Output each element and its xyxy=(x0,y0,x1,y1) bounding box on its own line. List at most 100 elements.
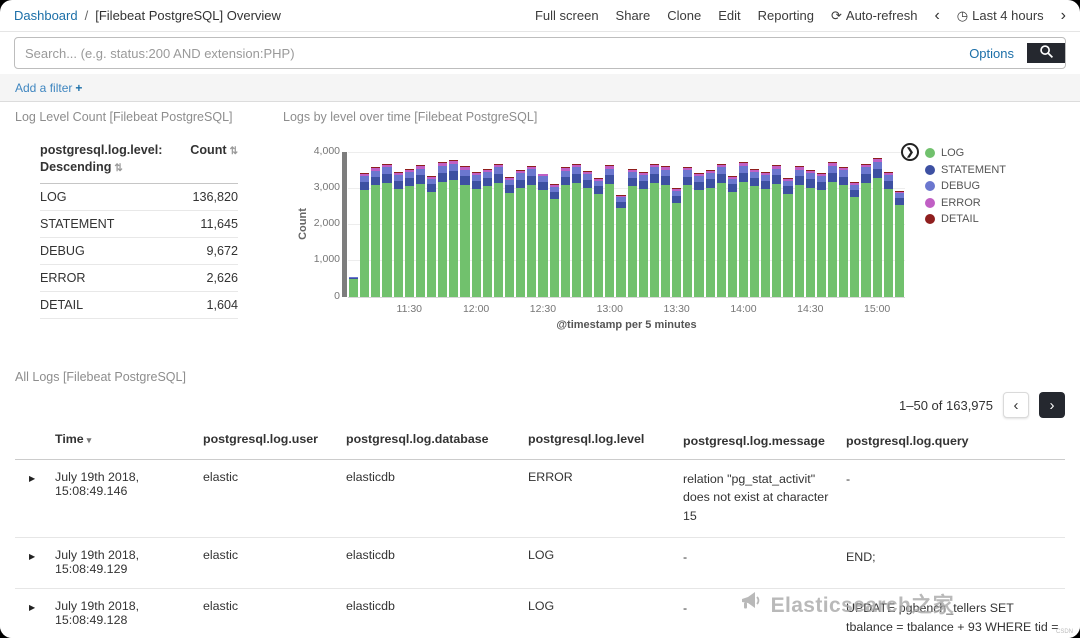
table-row[interactable]: DETAIL 1,604 xyxy=(40,292,238,319)
bar-12:15[interactable] xyxy=(504,152,515,297)
table-row[interactable]: STATEMENT 11,645 xyxy=(40,211,238,238)
bar-11:30[interactable] xyxy=(404,152,414,297)
message-column-header[interactable]: postgresql.log.message xyxy=(683,432,846,451)
bar-11:05[interactable] xyxy=(349,152,359,297)
bar-14:45[interactable] xyxy=(839,152,849,297)
time-column-header[interactable]: Time ▾ xyxy=(55,432,203,451)
bar-12:05[interactable] xyxy=(482,152,492,297)
bar-12:10[interactable] xyxy=(493,152,503,297)
bar-13:15[interactable] xyxy=(638,152,648,297)
bar-13:25[interactable] xyxy=(660,152,671,297)
clone-button[interactable]: Clone xyxy=(667,8,701,23)
bar-13:00[interactable] xyxy=(605,152,615,297)
bar-14:40[interactable] xyxy=(828,152,838,297)
bar-12:50[interactable] xyxy=(582,152,593,297)
pagination-next-button[interactable]: › xyxy=(1039,392,1065,418)
time-back-button[interactable]: ‹ xyxy=(934,7,939,24)
bar-segment-log xyxy=(649,182,659,297)
bar-12:35[interactable] xyxy=(549,152,559,297)
bar-12:30[interactable] xyxy=(538,152,548,297)
table-row[interactable]: LOG 136,820 xyxy=(40,184,238,211)
search-submit-button[interactable] xyxy=(1027,43,1065,63)
database-cell: elasticdb xyxy=(346,548,395,563)
bar-13:05[interactable] xyxy=(616,152,626,297)
table-row[interactable]: DEBUG 9,672 xyxy=(40,238,238,265)
time-forward-button[interactable]: › xyxy=(1061,7,1066,24)
bar-11:55[interactable] xyxy=(460,152,470,297)
row-expand-icon[interactable]: ▶ xyxy=(29,552,35,561)
legend-item[interactable]: DETAIL xyxy=(925,211,1006,228)
bar-14:00[interactable] xyxy=(738,152,749,297)
fullscreen-button[interactable]: Full screen xyxy=(535,8,599,23)
user-column-header[interactable]: postgresql.log.user xyxy=(203,432,346,451)
auto-refresh-button[interactable]: ⟳ Auto-refresh xyxy=(831,8,917,24)
bar-14:55[interactable] xyxy=(861,152,871,297)
bar-segment-log xyxy=(349,278,359,297)
bar-11:40[interactable] xyxy=(426,152,437,297)
bar-12:00[interactable] xyxy=(471,152,481,297)
bar-12:25[interactable] xyxy=(527,152,537,297)
bar-11:50[interactable] xyxy=(449,152,459,297)
bar-15:05[interactable] xyxy=(883,152,893,297)
share-button[interactable]: Share xyxy=(616,8,651,23)
bar-15:00[interactable] xyxy=(872,152,882,297)
query-column-header[interactable]: postgresql.log.query xyxy=(846,432,1065,451)
bar-segment-statement xyxy=(449,171,459,181)
bar-segment-debug xyxy=(527,169,537,177)
add-filter-button[interactable]: Add a filter + xyxy=(15,81,82,95)
edit-button[interactable]: Edit xyxy=(718,8,740,23)
bar-segment-statement xyxy=(627,178,637,187)
bar-segment-statement xyxy=(716,174,726,183)
row-expand-icon[interactable]: ▶ xyxy=(29,603,35,612)
legend-item[interactable]: ERROR xyxy=(925,195,1006,212)
bar-11:20[interactable] xyxy=(382,152,392,297)
level-column-sort-header[interactable]: postgresql.log.level: Descending ⇅ xyxy=(40,142,170,176)
bar-11:35[interactable] xyxy=(415,152,425,297)
bar-14:05[interactable] xyxy=(750,152,760,297)
bar-segment-statement xyxy=(672,196,682,203)
bar-13:50[interactable] xyxy=(716,152,726,297)
bar-11:15[interactable] xyxy=(371,152,381,297)
count-column-sort-header[interactable]: Count ⇅ xyxy=(190,142,238,176)
legend-item[interactable]: DEBUG xyxy=(925,178,1006,195)
bar-13:40[interactable] xyxy=(694,152,704,297)
bar-13:30[interactable] xyxy=(672,152,682,297)
bar-13:20[interactable] xyxy=(649,152,659,297)
database-column-header[interactable]: postgresql.log.database xyxy=(346,432,528,451)
bar-11:10[interactable] xyxy=(360,152,370,297)
bar-11:25[interactable] xyxy=(393,152,403,297)
bar-segment-statement xyxy=(805,179,815,188)
pagination-prev-button[interactable]: ‹ xyxy=(1003,392,1029,418)
legend-item[interactable]: STATEMENT xyxy=(925,162,1006,179)
bar-segment-log xyxy=(816,190,827,297)
bar-13:55[interactable] xyxy=(727,152,737,297)
bar-14:35[interactable] xyxy=(816,152,827,297)
row-expand-icon[interactable]: ▶ xyxy=(29,474,35,483)
bar-14:30[interactable] xyxy=(805,152,815,297)
bar-14:20[interactable] xyxy=(783,152,793,297)
bar-11:45[interactable] xyxy=(438,152,448,297)
bar-14:10[interactable] xyxy=(761,152,771,297)
bar-12:40[interactable] xyxy=(560,152,570,297)
legend-toggle-button[interactable]: ❯ xyxy=(901,143,919,161)
table-row[interactable]: ERROR 2,626 xyxy=(40,265,238,292)
bar-15:10[interactable] xyxy=(894,152,905,297)
bar-14:25[interactable] xyxy=(794,152,804,297)
bar-13:10[interactable] xyxy=(627,152,637,297)
search-input[interactable] xyxy=(15,45,957,61)
bar-14:15[interactable] xyxy=(772,152,782,297)
breadcrumb: Dashboard / [Filebeat PostgreSQL] Overvi… xyxy=(14,8,281,23)
bar-segment-log xyxy=(694,190,704,297)
bar-13:45[interactable] xyxy=(705,152,715,297)
breadcrumb-dashboard-link[interactable]: Dashboard xyxy=(14,8,78,23)
reporting-button[interactable]: Reporting xyxy=(758,8,814,23)
bar-12:55[interactable] xyxy=(594,152,604,297)
bar-12:20[interactable] xyxy=(516,152,526,297)
legend-item[interactable]: LOG xyxy=(925,145,1006,162)
bar-13:35[interactable] xyxy=(683,152,693,297)
bar-12:45[interactable] xyxy=(571,152,581,297)
bar-14:50[interactable] xyxy=(850,152,860,297)
level-column-header[interactable]: postgresql.log.level xyxy=(528,432,683,451)
options-link[interactable]: Options xyxy=(969,46,1014,61)
time-range-picker[interactable]: ◷ Last 4 hours xyxy=(957,8,1044,24)
